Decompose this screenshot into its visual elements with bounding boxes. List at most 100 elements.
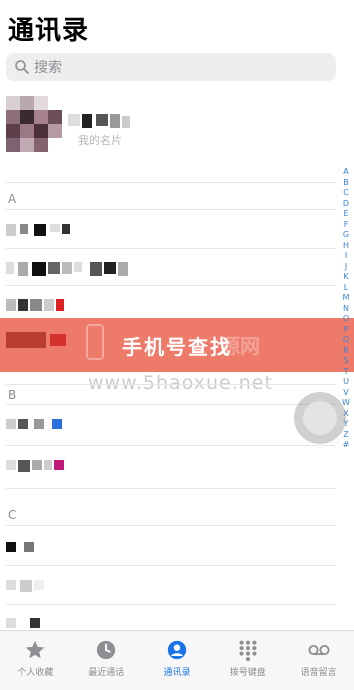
index-letter[interactable]: V [343, 388, 348, 399]
voicemail-icon [308, 644, 330, 656]
name-redacted [48, 262, 60, 274]
tab-recents[interactable]: 最近通话 [71, 631, 142, 690]
index-letter[interactable]: Z [343, 430, 348, 441]
index-letter[interactable]: I [345, 251, 347, 262]
tab-keypad[interactable]: 拨号键盘 [212, 631, 283, 690]
tab-contacts[interactable]: 通讯录 [142, 631, 213, 690]
name-redacted [20, 224, 28, 234]
divider [6, 182, 336, 183]
name-redacted [62, 224, 70, 234]
name-redacted [34, 224, 46, 236]
name-redacted [30, 299, 42, 311]
name-redacted [44, 299, 54, 311]
name-redacted [6, 419, 16, 429]
name-redacted [62, 262, 72, 274]
contact-row[interactable] [6, 568, 336, 604]
promo-banner: 手机号查找 源网 [0, 318, 354, 372]
name-redacted [44, 460, 52, 470]
keypad-icon [239, 640, 257, 661]
name-redacted [50, 224, 60, 232]
index-letter[interactable]: R [343, 346, 349, 357]
name-redacted [18, 262, 28, 276]
contact-row[interactable] [6, 212, 336, 248]
name-redacted [18, 299, 28, 311]
name-redacted [56, 299, 64, 311]
contact-row[interactable] [6, 250, 336, 286]
name-redacted [74, 262, 82, 272]
index-letter[interactable]: P [344, 325, 349, 336]
section-header-a: A [8, 192, 17, 206]
search-input[interactable]: 搜索 [6, 53, 336, 81]
index-letter[interactable]: J [345, 262, 347, 273]
tab-favorites[interactable]: 个人收藏 [0, 631, 71, 690]
divider [6, 209, 336, 210]
index-letter[interactable]: C [343, 188, 349, 199]
index-letter[interactable]: H [343, 241, 349, 252]
index-letter[interactable]: N [343, 304, 349, 315]
divider [6, 248, 336, 249]
index-letter[interactable]: A [343, 167, 348, 178]
divider [6, 384, 336, 385]
page-title: 通讯录 [8, 16, 90, 46]
tab-label: 个人收藏 [17, 668, 54, 678]
contact-row[interactable] [6, 530, 336, 566]
index-letter[interactable]: U [343, 377, 349, 388]
name-redacted [52, 419, 62, 429]
contact-row[interactable] [6, 407, 336, 443]
name-redacted [20, 580, 32, 592]
contacts-screen: 通讯录 搜索 我的名片 A 手机号查找 源网 www.5haoxue.net B… [0, 0, 354, 690]
tab-label: 拨号键盘 [229, 668, 266, 678]
name-redacted [30, 618, 40, 628]
name-redacted [6, 460, 16, 470]
index-letter[interactable]: F [344, 220, 349, 231]
name-redacted [110, 114, 120, 128]
index-letter[interactable]: O [343, 314, 349, 325]
index-letter[interactable]: Q [343, 335, 349, 346]
name-redacted [6, 618, 16, 628]
index-letter[interactable]: T [344, 367, 349, 378]
name-redacted [104, 262, 116, 274]
my-card[interactable]: 我的名片 [6, 96, 336, 166]
clock-icon [97, 640, 116, 660]
name-redacted [6, 299, 16, 311]
tab-voicemail[interactable]: 语音留言 [283, 631, 354, 690]
name-redacted [118, 262, 128, 276]
name-redacted [6, 224, 16, 236]
index-letter[interactable]: G [343, 230, 349, 241]
name-redacted [24, 542, 34, 552]
divider [6, 604, 336, 605]
index-letter[interactable]: B [343, 178, 349, 189]
name-redacted [90, 262, 102, 276]
index-letter[interactable]: M [343, 293, 350, 304]
index-letter[interactable]: L [344, 283, 348, 294]
name-redacted [50, 334, 66, 346]
name-redacted [32, 262, 46, 276]
index-letter[interactable]: # [343, 440, 350, 451]
divider [6, 525, 336, 526]
banner-title: 手机号查找 [122, 334, 232, 359]
index-letter[interactable]: S [343, 356, 348, 367]
index-letter[interactable]: E [343, 209, 348, 220]
name-redacted [18, 460, 30, 472]
star-icon [26, 640, 45, 659]
name-redacted [18, 419, 28, 429]
name-redacted [68, 114, 80, 126]
divider [6, 404, 336, 405]
name-redacted [122, 116, 130, 128]
contacts-icon [167, 640, 187, 660]
name-redacted [54, 460, 64, 470]
index-letter[interactable]: K [343, 272, 348, 283]
section-header-b: B [8, 388, 17, 402]
assistive-touch-icon [303, 401, 337, 435]
contact-row[interactable] [6, 448, 336, 484]
tab-label: 语音留言 [300, 668, 337, 678]
name-redacted [6, 580, 16, 590]
tab-label: 通讯录 [163, 668, 191, 678]
name-redacted [34, 580, 44, 590]
name-redacted [6, 332, 46, 348]
avatar [6, 96, 62, 158]
assistive-touch-button[interactable] [294, 392, 346, 444]
watermark-text: 源网 [220, 334, 260, 358]
tab-bar: 个人收藏 最近通话 通讯录 拨号键盘 语音留言 [0, 630, 354, 690]
index-letter[interactable]: D [343, 199, 349, 210]
